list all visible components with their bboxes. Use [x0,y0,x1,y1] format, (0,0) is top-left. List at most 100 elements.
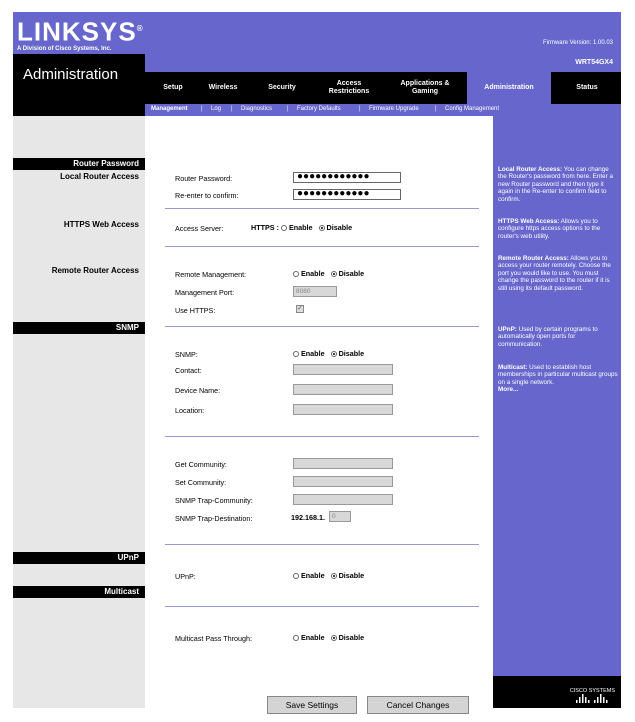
device-name-label: Device Name: [175,386,221,395]
trap-destination-input[interactable]: 0 [329,511,351,522]
tab-administration[interactable]: Administration [467,72,551,104]
sidebar-section-router-password: Router Password [13,158,145,170]
tab-status[interactable]: Status [559,72,615,104]
https-radio-group: HTTPS : Enable Disable [251,223,352,232]
registered-mark: ® [136,24,144,33]
https-enable-label: Enable [288,223,313,232]
upnp-enable-radio[interactable] [293,572,299,579]
location-label: Location: [175,406,205,415]
help-local-title: Local Router Access: [498,166,563,173]
location-input[interactable] [293,404,393,415]
subtab-log[interactable]: Log [211,106,221,112]
device-name-input[interactable] [293,384,393,395]
upnp-radio-group: Enable Disable [291,571,364,580]
reenter-password-input[interactable]: ●●●●●●●●●●●● [293,189,401,200]
tab-applications-gaming[interactable]: Applications & Gaming [389,72,461,104]
remote-enable-label: Enable [301,269,325,278]
upnp-disable-radio[interactable] [330,572,337,579]
divider [165,606,479,607]
button-bar: Save Settings Cancel Changes [145,696,493,722]
subtab-separator: | [231,106,233,112]
subtab-config-management[interactable]: Config Management [445,106,499,112]
contact-input[interactable] [293,364,393,375]
subtab-separator: | [201,106,203,112]
tab-wireless[interactable]: Wireless [197,72,249,104]
management-port-label: Management Port: [175,288,235,297]
linksys-logo: LINKSYS® A Division of Cisco Systems, In… [17,16,144,53]
model-number: WRT54GX4 [575,59,613,66]
help-local-access: Local Router Access: You can change the … [498,166,618,203]
sidebar-section-upnp: UPnP [13,552,145,564]
sidebar: Router Password Local Router Access HTTP… [13,116,145,708]
tab-access-restrictions[interactable]: Access Restrictions [317,72,381,104]
cisco-bars-icon [576,694,608,703]
remote-management-label: Remote Management: [175,270,247,279]
subtab-factory-defaults[interactable]: Factory Defaults [297,106,341,112]
subtab-management[interactable]: Management [151,106,188,112]
https-enable-radio[interactable] [280,224,287,231]
snmp-enable-radio[interactable] [293,350,299,357]
reenter-password-label: Re-enter to confirm: [175,191,239,200]
upnp-label: UPnP: [175,572,196,581]
help-panel: Local Router Access: You can change the … [493,116,621,708]
model-strip: WRT54GX4 [145,54,621,72]
sidebar-section-snmp: SNMP [13,322,145,334]
access-server-label: Access Server: [175,224,224,233]
multicast-enable-label: Enable [301,633,325,642]
firmware-version: Firmware Version: 1.00.03 [542,40,613,46]
snmp-enable-label: Enable [301,349,325,358]
remote-disable-radio[interactable] [330,270,337,277]
main-content: Router Password: ●●●●●●●●●●●● Re-enter t… [145,116,493,708]
remote-enable-radio[interactable] [293,270,299,277]
router-password-label: Router Password: [175,174,233,183]
help-more-link[interactable]: More... [498,386,518,393]
set-community-label: Set Community: [175,478,227,487]
cisco-logo: CISCO SYSTEMS [570,688,615,706]
router-password-input[interactable]: ●●●●●●●●●●●● [293,172,401,183]
sidebar-label-https: HTTPS Web Access [63,220,139,229]
help-remote-access: Remote Router Access: Allows you to acce… [498,255,618,292]
multicast-label: Multicast Pass Through: [175,634,252,643]
sub-tabs: Management | Log | Diagnostics | Factory… [145,104,621,116]
set-community-input[interactable] [293,476,393,487]
use-https-checkbox[interactable]: ✓ [296,305,304,313]
sidebar-label-local-access: Local Router Access [60,172,139,181]
multicast-radio-group: Enable Disable [291,633,364,642]
trap-community-input[interactable] [293,494,393,505]
help-upnp-title: UPnP: [498,326,517,333]
https-disable-label: Disable [326,223,353,232]
divider [165,436,479,437]
cancel-changes-button[interactable]: Cancel Changes [367,696,469,714]
main-tabs: Setup Wireless Security Access Restricti… [145,72,621,104]
header-bar: LINKSYS® A Division of Cisco Systems, In… [13,12,621,54]
trap-destination-label: SNMP Trap-Destination: [175,514,253,523]
tab-setup[interactable]: Setup [151,72,195,104]
sidebar-label-remote-access: Remote Router Access [51,266,139,275]
multicast-disable-radio[interactable] [330,634,337,641]
get-community-input[interactable] [293,458,393,469]
tab-security[interactable]: Security [257,72,307,104]
subtab-separator: | [435,106,437,112]
divider [165,246,479,247]
divider [165,208,479,209]
subtab-separator: | [359,106,361,112]
subtab-firmware-upgrade[interactable]: Firmware Upgrade [369,106,419,112]
divider [165,326,479,327]
help-upnp: UPnP: Used by certain programs to automa… [498,326,618,348]
upnp-disable-label: Disable [338,571,365,580]
snmp-radio-group: Enable Disable [291,349,364,358]
subtab-diagnostics[interactable]: Diagnostics [241,106,272,112]
divider [165,544,479,545]
trap-community-label: SNMP Trap-Community: [175,496,253,505]
management-port-input[interactable]: 8080 [293,286,337,297]
subtab-separator: | [287,106,289,112]
cisco-footer: CISCO SYSTEMS [493,676,621,708]
upnp-enable-label: Enable [301,571,325,580]
multicast-disable-label: Disable [338,633,365,642]
contact-label: Contact: [175,366,202,375]
https-disable-radio[interactable] [318,224,325,231]
router-admin-page: LINKSYS® A Division of Cisco Systems, In… [13,12,621,714]
multicast-enable-radio[interactable] [293,634,299,641]
save-settings-button[interactable]: Save Settings [267,696,357,714]
snmp-disable-radio[interactable] [330,350,337,357]
